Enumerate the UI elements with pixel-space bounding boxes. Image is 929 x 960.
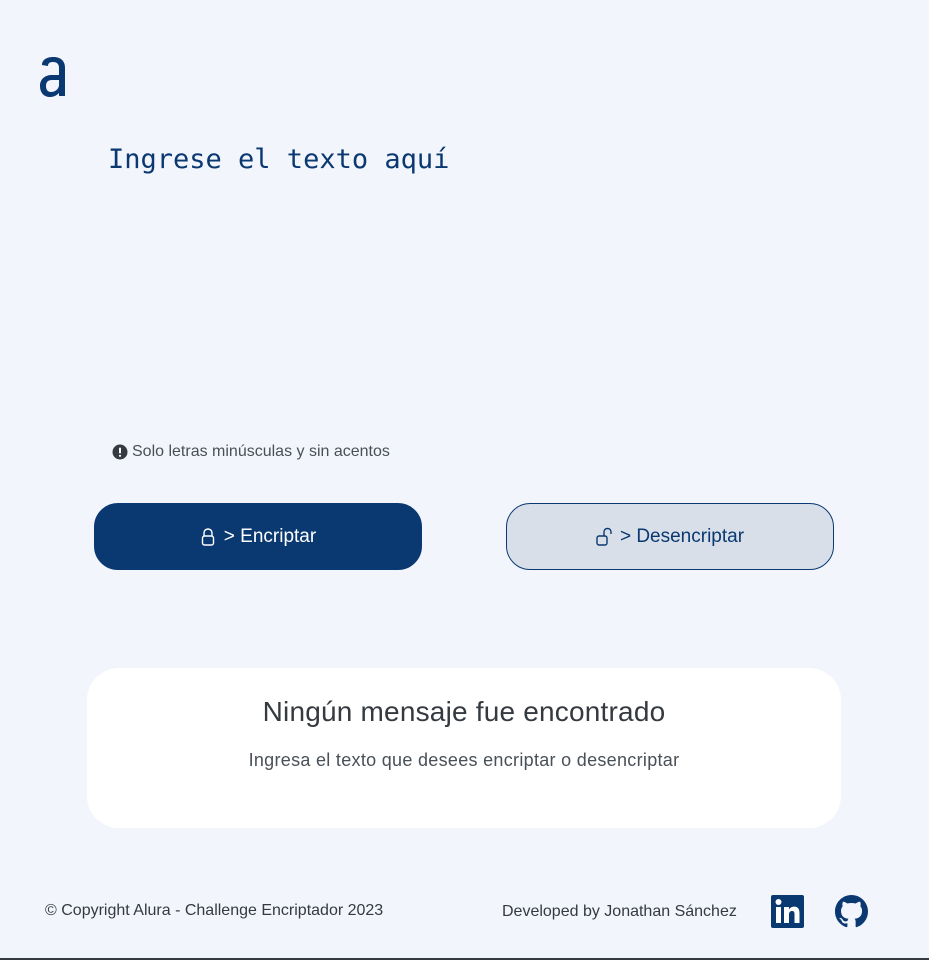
linkedin-icon [771,895,804,928]
output-title: Ningún mensaje fue encontrado [262,696,666,727]
github-link[interactable] [835,895,868,928]
alura-logo[interactable] [38,55,69,98]
lock-icon [200,527,216,547]
decrypt-button[interactable]: > Desencriptar [506,503,834,570]
input-hint: Solo letras minúsculas y sin acentos [112,443,390,461]
encrypt-button-label: > Encriptar [223,525,317,547]
text-input[interactable] [108,140,828,410]
decrypt-button-label: > Desencriptar [619,525,745,547]
exclamation-circle-icon [112,444,128,460]
encrypt-button[interactable]: > Encriptar [94,503,422,570]
footer-developer: Developed by Jonathan Sánchez [502,903,737,920]
unlock-icon [596,527,612,547]
linkedin-link[interactable] [771,895,804,928]
hint-text: Solo letras minúsculas y sin acentos [132,443,390,460]
output-subtitle: Ingresa el texto que desees encriptar o … [248,750,680,770]
github-icon [835,895,868,928]
footer-copyright: © Copyright Alura - Challenge Encriptado… [45,902,384,919]
alura-logo-icon [40,57,65,97]
output-panel: Ningún mensaje fue encontrado Ingresa el… [87,668,841,828]
